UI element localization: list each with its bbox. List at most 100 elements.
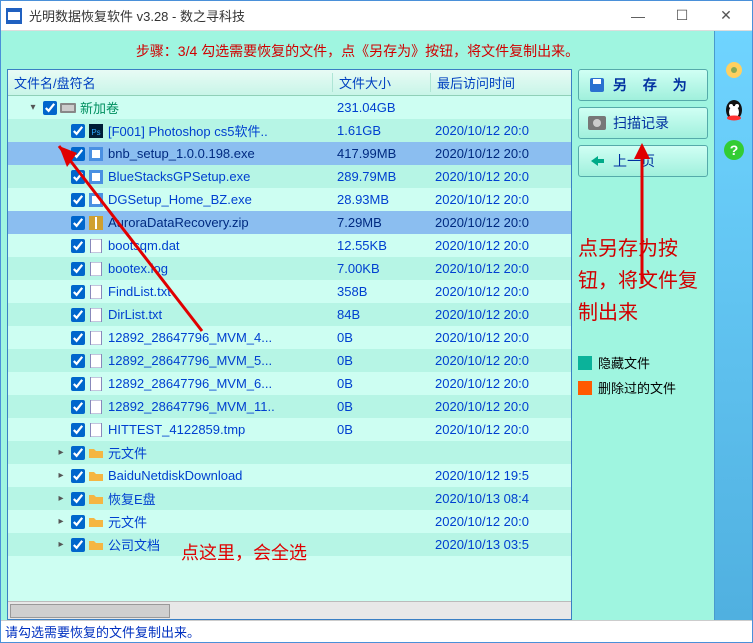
file-size: 28.93MB <box>333 192 431 207</box>
row-checkbox[interactable] <box>71 147 85 161</box>
legend: 隐藏文件 删除过的文件 <box>578 353 708 403</box>
save-as-button[interactable]: 另 存 为 <box>578 69 708 101</box>
table-row[interactable]: BlueStacksGPSetup.exe289.79MB2020/10/12 … <box>8 165 571 188</box>
table-row[interactable]: ▸ 元文件 <box>8 441 571 464</box>
table-row[interactable]: 12892_28647796_MVM_5...0B2020/10/12 20:0 <box>8 349 571 372</box>
exe-icon <box>88 147 104 161</box>
close-button[interactable]: ✕ <box>704 2 748 30</box>
camera-icon <box>587 113 607 133</box>
file-icon <box>88 239 104 253</box>
row-checkbox[interactable] <box>71 216 85 230</box>
row-checkbox[interactable] <box>71 469 85 483</box>
table-row[interactable]: DGSetup_Home_BZ.exe28.93MB2020/10/12 20:… <box>8 188 571 211</box>
file-name: DirList.txt <box>108 307 333 322</box>
expand-toggle[interactable]: ▾ <box>26 102 40 113</box>
minimize-button[interactable]: — <box>616 2 660 30</box>
file-date: 2020/10/12 20:0 <box>431 192 571 207</box>
file-date: 2020/10/12 20:0 <box>431 169 571 184</box>
qq-icon[interactable] <box>721 97 747 123</box>
table-row[interactable]: ▾新加卷231.04GB <box>8 96 571 119</box>
col-size[interactable]: 文件大小 <box>333 73 431 92</box>
row-checkbox[interactable] <box>71 170 85 184</box>
zip-icon <box>88 216 104 230</box>
folder-icon <box>88 469 104 483</box>
row-checkbox[interactable] <box>71 400 85 414</box>
file-date: 2020/10/12 20:0 <box>431 514 571 529</box>
right-tool-strip: ? <box>714 31 752 620</box>
row-checkbox[interactable] <box>71 331 85 345</box>
file-size: 417.99MB <box>333 146 431 161</box>
expand-toggle[interactable]: ▸ <box>54 470 68 481</box>
table-row[interactable]: bootex.log7.00KB2020/10/12 20:0 <box>8 257 571 280</box>
expand-toggle[interactable]: ▸ <box>54 493 68 504</box>
row-checkbox[interactable] <box>43 101 57 115</box>
table-row[interactable]: ▸公司文档2020/10/13 03:5 <box>8 533 571 556</box>
table-row[interactable]: FindList.txt358B2020/10/12 20:0 <box>8 280 571 303</box>
maximize-button[interactable]: ☐ <box>660 2 704 30</box>
table-row[interactable]: 12892_28647796_MVM_6...0B2020/10/12 20:0 <box>8 372 571 395</box>
table-row[interactable]: HITTEST_4122859.tmp0B2020/10/12 20:0 <box>8 418 571 441</box>
file-size: 12.55KB <box>333 238 431 253</box>
file-name: [F001] Photoshop cs5软件.. <box>108 121 333 140</box>
table-row[interactable]: Ps[F001] Photoshop cs5软件..1.61GB2020/10/… <box>8 119 571 142</box>
row-checkbox[interactable] <box>71 262 85 276</box>
table-row[interactable]: 12892_28647796_MVM_11..0B2020/10/12 20:0 <box>8 395 571 418</box>
col-date[interactable]: 最后访问时间 <box>431 73 571 92</box>
row-checkbox[interactable] <box>71 538 85 552</box>
file-icon <box>88 423 104 437</box>
title-bar: 光明数据恢复软件 v3.28 - 数之寻科技 — ☐ ✕ <box>1 1 752 31</box>
table-row[interactable]: ▸元文件2020/10/12 20:0 <box>8 510 571 533</box>
table-row[interactable]: 12892_28647796_MVM_4...0B2020/10/12 20:0 <box>8 326 571 349</box>
file-icon <box>88 354 104 368</box>
table-row[interactable]: bnb_setup_1.0.0.198.exe417.99MB2020/10/1… <box>8 142 571 165</box>
expand-toggle[interactable]: ▸ <box>54 447 68 458</box>
row-checkbox[interactable] <box>71 446 85 460</box>
row-checkbox[interactable] <box>71 193 85 207</box>
table-row[interactable]: DirList.txt84B2020/10/12 20:0 <box>8 303 571 326</box>
row-checkbox[interactable] <box>71 124 85 138</box>
expand-toggle[interactable]: ▸ <box>54 539 68 550</box>
table-row[interactable]: bootsqm.dat12.55KB2020/10/12 20:0 <box>8 234 571 257</box>
svg-text:?: ? <box>729 142 738 158</box>
prev-page-button[interactable]: 上一页 <box>578 145 708 177</box>
table-row[interactable]: ▸BaiduNetdiskDownload2020/10/12 19:5 <box>8 464 571 487</box>
file-name: 元文件 <box>108 443 333 462</box>
row-checkbox[interactable] <box>71 285 85 299</box>
file-date: 2020/10/12 20:0 <box>431 215 571 230</box>
gear-icon[interactable] <box>721 57 747 83</box>
file-size: 7.00KB <box>333 261 431 276</box>
file-size: 1.61GB <box>333 123 431 138</box>
status-bar: 请勾选需要恢复的文件复制出来。 <box>1 620 752 642</box>
table-row[interactable]: ▸恢复E盘2020/10/13 08:4 <box>8 487 571 510</box>
file-date: 2020/10/12 20:0 <box>431 238 571 253</box>
file-size: 0B <box>333 330 431 345</box>
row-checkbox[interactable] <box>71 239 85 253</box>
file-date: 2020/10/13 03:5 <box>431 537 571 552</box>
scan-log-button[interactable]: 扫描记录 <box>578 107 708 139</box>
row-checkbox[interactable] <box>71 354 85 368</box>
side-buttons: 另 存 为 扫描记录 上一页 点另存为按钮，将文件复制出 <box>578 69 708 620</box>
table-row[interactable]: AuroraDataRecovery.zip7.29MB2020/10/12 2… <box>8 211 571 234</box>
side-annotation: 点另存为按钮，将文件复制出来 <box>578 233 708 329</box>
swatch-orange <box>578 381 592 395</box>
column-headers: 文件名/盘符名 文件大小 最后访问时间 <box>8 70 571 96</box>
file-date: 2020/10/12 20:0 <box>431 376 571 391</box>
row-checkbox[interactable] <box>71 515 85 529</box>
horizontal-scrollbar[interactable] <box>8 601 571 619</box>
file-date: 2020/10/12 20:0 <box>431 123 571 138</box>
file-date: 2020/10/13 08:4 <box>431 491 571 506</box>
expand-toggle[interactable]: ▸ <box>54 516 68 527</box>
row-checkbox[interactable] <box>71 308 85 322</box>
col-name[interactable]: 文件名/盘符名 <box>8 73 333 92</box>
file-name: bootex.log <box>108 261 333 276</box>
status-text: 请勾选需要恢复的文件复制出来。 <box>5 622 200 641</box>
file-date: 2020/10/12 19:5 <box>431 468 571 483</box>
save-icon <box>587 75 607 95</box>
row-checkbox[interactable] <box>71 377 85 391</box>
row-checkbox[interactable] <box>71 423 85 437</box>
file-size: 289.79MB <box>333 169 431 184</box>
file-size: 7.29MB <box>333 215 431 230</box>
file-date: 2020/10/12 20:0 <box>431 146 571 161</box>
row-checkbox[interactable] <box>71 492 85 506</box>
help-icon[interactable]: ? <box>721 137 747 163</box>
